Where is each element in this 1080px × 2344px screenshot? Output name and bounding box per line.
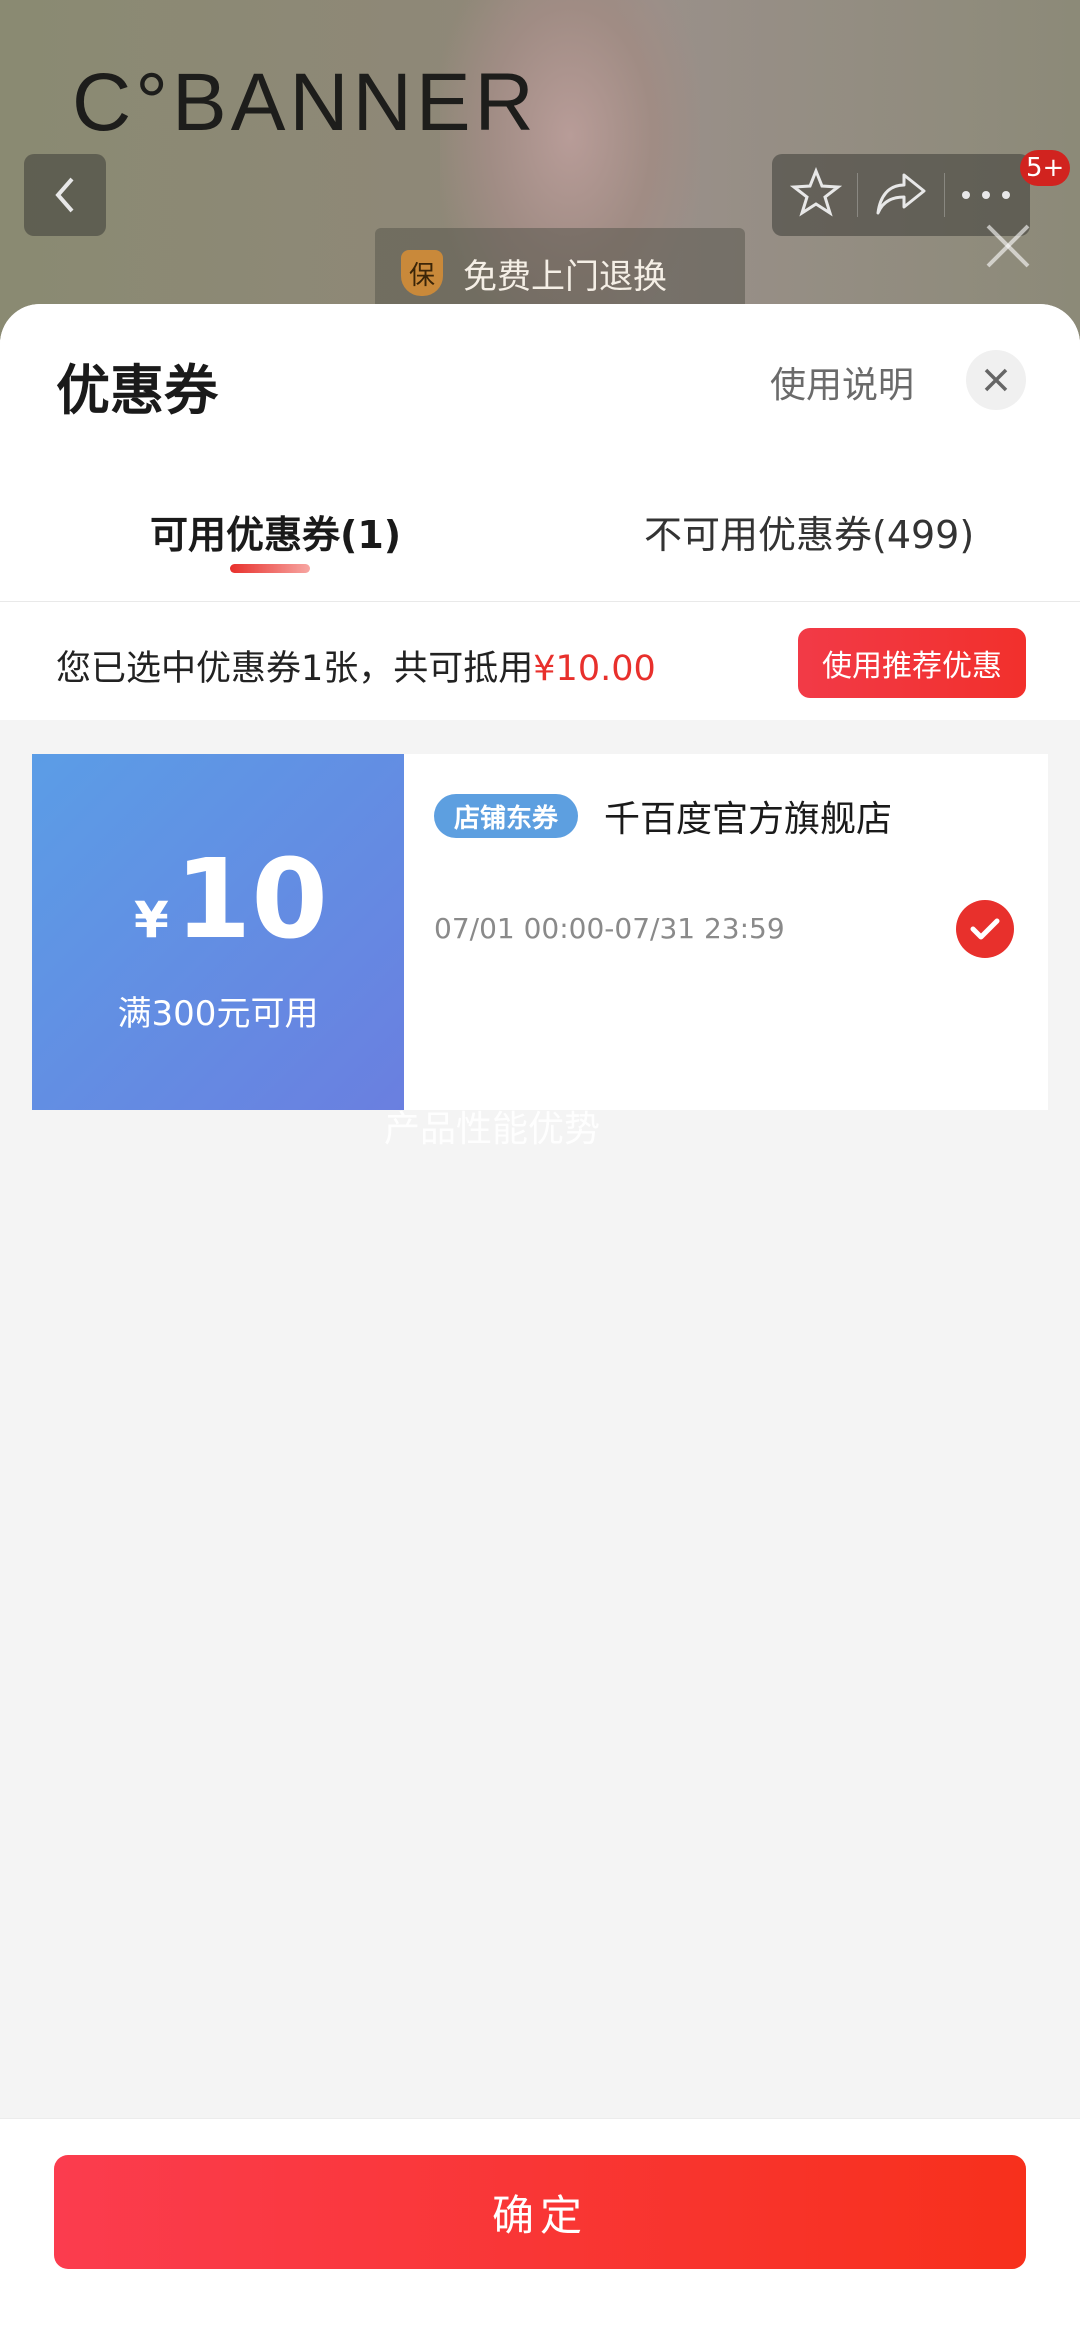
watermark-text: 产品性能优势 — [384, 1109, 601, 1150]
currency-symbol: ¥ — [134, 891, 169, 949]
coupon-value-panel: ¥ 10 满300元可用 — [26, 754, 404, 1110]
divider — [857, 173, 859, 217]
divider — [943, 173, 945, 217]
checkmark-icon — [970, 918, 1000, 940]
coupon-card[interactable]: ¥ 10 满300元可用 店铺东券 千百度官方旗舰店 07/01 00:00-0… — [26, 754, 1048, 1110]
back-button[interactable] — [24, 154, 106, 236]
use-recommended-button[interactable]: 使用推荐优惠 — [798, 628, 1026, 698]
shield-icon: 保 — [401, 250, 443, 296]
active-tab-indicator — [230, 564, 310, 573]
sheet-title: 优惠券 — [56, 359, 218, 422]
coupon-amount: ¥ 10 — [134, 844, 328, 954]
tab-available[interactable]: 可用优惠券(1) — [150, 504, 401, 559]
brand-logo: C°BANNER — [72, 57, 538, 148]
usage-instructions-link[interactable]: 使用说明 — [770, 356, 914, 408]
star-icon — [789, 166, 842, 217]
coupon-type-tag: 店铺东券 — [434, 794, 579, 838]
footer-bar: 确定 — [0, 2118, 1080, 2344]
close-button[interactable] — [966, 350, 1026, 410]
confirm-button[interactable]: 确定 — [54, 2155, 1026, 2269]
share-icon — [876, 173, 926, 215]
coupon-value: 10 — [174, 835, 328, 963]
close-icon[interactable] — [982, 220, 1034, 272]
chevron-left-icon — [55, 177, 74, 213]
product-page-background: C°BANNER 5+ 保 免费上门退换 — [0, 0, 1080, 340]
coupon-validity: 07/01 00:00-07/31 23:59 — [434, 912, 785, 945]
coupon-sheet: 优惠券 使用说明 可用优惠券(1) 不可用优惠券(499) 您已选中优惠券1张，… — [0, 304, 1080, 2344]
summary-amount: ¥10.00 — [533, 649, 656, 689]
more-button[interactable] — [960, 186, 1012, 205]
store-name: 千百度官方旗舰店 — [604, 799, 893, 840]
selection-summary: 您已选中优惠券1张，共可抵用¥10.00 — [56, 640, 656, 691]
coupon-details: 店铺东券 千百度官方旗舰店 07/01 00:00-07/31 23:59 — [404, 754, 1048, 1110]
guarantee-text: 免费上门退换 — [463, 256, 667, 297]
notification-badge: 5+ — [1020, 150, 1071, 186]
divider — [0, 601, 1080, 602]
more-icon — [962, 190, 1011, 199]
close-icon — [984, 368, 1008, 392]
share-button[interactable] — [874, 169, 928, 221]
coupon-checkbox[interactable] — [956, 900, 1014, 958]
summary-label: 您已选中优惠券1张，共可抵用 — [56, 649, 534, 689]
tab-unavailable[interactable]: 不可用优惠券(499) — [644, 504, 974, 559]
favorite-button[interactable] — [789, 166, 842, 223]
coupon-condition: 满300元可用 — [117, 994, 319, 1034]
sheet-header: 优惠券 使用说明 可用优惠券(1) 不可用优惠券(499) 您已选中优惠券1张，… — [0, 304, 1080, 720]
